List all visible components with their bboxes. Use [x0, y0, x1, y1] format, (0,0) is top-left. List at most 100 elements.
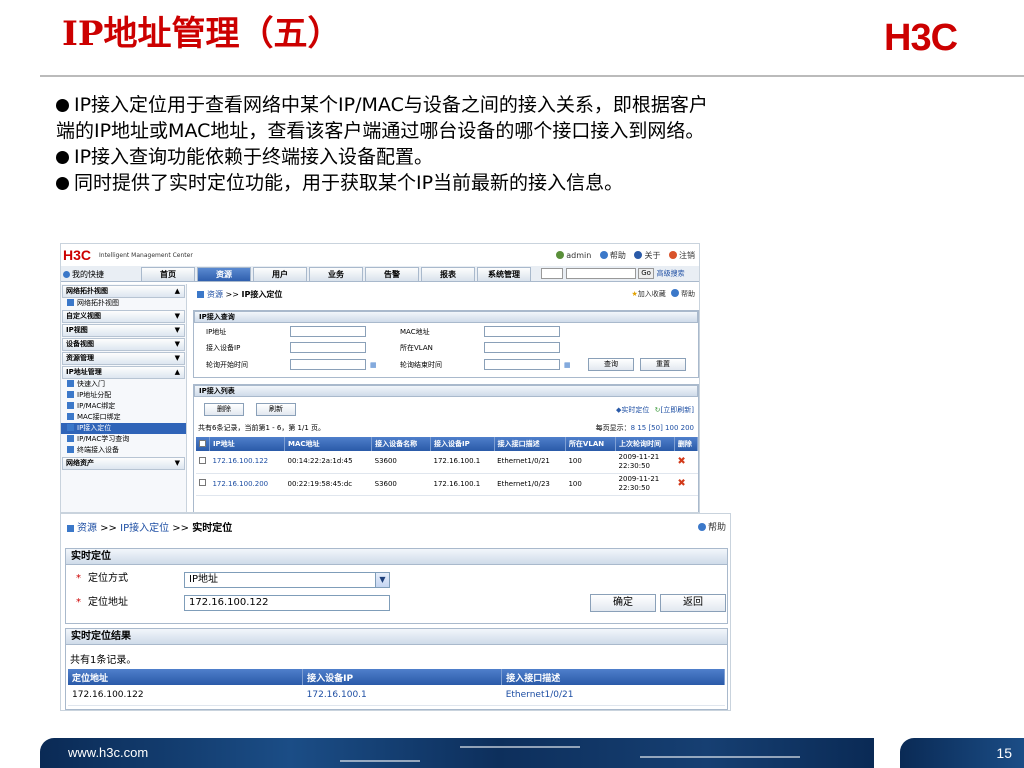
bullet-dot-icon	[56, 99, 69, 112]
locate-result-table: 定位地址 接入设备IP 接入接口描述 172.16.100.122 172.16.10…	[68, 669, 725, 706]
start-time-input[interactable]	[290, 359, 366, 370]
end-time-label: 轮询结束时间	[400, 361, 442, 369]
tab-alarm[interactable]: 告警	[365, 267, 419, 282]
sidebar-item-13[interactable]: 终端接入设备	[61, 445, 186, 456]
search-input[interactable]	[565, 268, 636, 279]
sidebar-item-12[interactable]: IP/MAC学习查询	[61, 434, 186, 445]
imc-subtitle: Intelligent Management Center	[99, 252, 193, 259]
vlan-input[interactable]	[484, 342, 560, 353]
column-header: 定位地址	[68, 669, 304, 685]
column-header	[196, 437, 210, 451]
sidebar-item-10[interactable]: MAC接口绑定	[61, 412, 186, 423]
favorites-link[interactable]: 我的快捷	[63, 269, 104, 280]
footer-url[interactable]: www.h3c.com	[68, 745, 148, 760]
tab-service[interactable]: 业务	[309, 267, 363, 282]
device-ip: 172.16.100.1	[430, 473, 495, 496]
sidebar-section-4[interactable]: 设备视图 ▼	[62, 338, 185, 351]
sidebar-item-11[interactable]: IP接入定位	[61, 423, 186, 434]
chevron-icon: ▲	[174, 287, 180, 295]
ip-address-link[interactable]: 172.16.100.122	[209, 451, 285, 474]
method-select[interactable]: IP地址 ▼	[184, 572, 390, 588]
bullet-2: IP接入查询功能依赖于终端接入设备配置。	[56, 144, 956, 170]
delete-icon[interactable]: ✖	[677, 478, 685, 489]
help-link[interactable]: 帮助	[681, 290, 695, 298]
device-ip-link[interactable]: 172.16.100.1	[302, 685, 502, 706]
mac-input[interactable]	[484, 326, 560, 337]
search-type-select[interactable]	[541, 268, 563, 279]
menu-item-icon	[67, 424, 74, 431]
refresh-button[interactable]: 刷新	[256, 403, 296, 416]
row-checkbox[interactable]	[199, 456, 206, 464]
ip-query-title: IP接入查询	[194, 311, 698, 323]
page-size-options[interactable]: 8 15 [50] 100 200	[631, 424, 694, 432]
vlan: 100	[565, 473, 616, 496]
tab-home[interactable]: 首页	[141, 267, 195, 282]
calendar-icon[interactable]: ▦	[370, 358, 377, 372]
table-row: 172.16.100.200 00:22:19:58:45:dc S3600 172.…	[196, 473, 698, 496]
column-header: 接入接口描述	[501, 669, 725, 685]
breadcrumb-root[interactable]: 资源	[207, 290, 223, 299]
chevron-icon: ▼	[174, 354, 180, 362]
imc-screenshot: H3C Intelligent Management Center admin …	[60, 243, 700, 513]
table-row: 172.16.100.122 172.16.100.1 Ethernet1/0/21	[68, 685, 725, 706]
ip-address-link[interactable]: 172.16.100.200	[209, 473, 285, 496]
delete-button[interactable]: 删除	[204, 403, 244, 416]
breadcrumb-root[interactable]: 资源	[77, 523, 97, 534]
tab-resource[interactable]: 资源	[197, 267, 251, 282]
realtime-locate-link[interactable]: 实时定位	[621, 406, 649, 414]
ip-input[interactable]	[290, 326, 366, 337]
imc-header: H3C Intelligent Management Center admin …	[61, 244, 699, 266]
sidebar-section-2[interactable]: 自定义视图 ▼	[62, 310, 185, 323]
address-input[interactable]: 172.16.100.122	[184, 595, 390, 611]
user-name[interactable]: admin	[566, 251, 591, 260]
sidebar-section-5[interactable]: 资源管理 ▼	[62, 352, 185, 365]
query-button[interactable]: 查询	[588, 358, 634, 371]
sidebar-section-14[interactable]: 网络资产 ▼	[62, 457, 185, 470]
search-go-button[interactable]: Go	[638, 268, 655, 279]
sidebar-item-8[interactable]: IP地址分配	[61, 390, 186, 401]
sidebar-section-0[interactable]: 网络拓扑视图 ▲	[62, 285, 185, 298]
menu-item-icon	[67, 380, 74, 387]
footer-bar: www.h3c.com	[40, 738, 874, 768]
tab-system[interactable]: 系统管理	[477, 267, 531, 282]
sidebar-section-3[interactable]: IP视图 ▼	[62, 324, 185, 337]
interface-link[interactable]: Ethernet1/0/21	[501, 685, 725, 706]
sidebar-item-7[interactable]: 快速入门	[61, 379, 186, 390]
confirm-button[interactable]: 确定	[590, 594, 656, 612]
interface: Ethernet1/0/21	[494, 451, 566, 474]
advanced-search-link[interactable]: 高级搜索	[657, 270, 685, 278]
row-checkbox[interactable]	[199, 479, 206, 486]
add-favorite-link[interactable]: 加入收藏	[638, 290, 666, 298]
delete-icon[interactable]: ✖	[677, 456, 685, 467]
method-label: 定位方式	[88, 573, 128, 584]
sidebar-item-1[interactable]: 网络拓扑视图	[61, 298, 186, 309]
page-size-selector: 每页显示：8 15 [50] 100 200	[595, 424, 694, 432]
favorites-icon	[63, 271, 70, 278]
record-summary: 共有6条记录，当前第1 - 6，第 1/1 页。	[198, 424, 326, 432]
refresh-now-link[interactable]: [立即刷新]	[661, 406, 694, 414]
device-ip-input[interactable]	[290, 342, 366, 353]
help-link[interactable]: 帮助	[610, 251, 626, 260]
bullet-list: IP接入定位用于查看网络中某个IP/MAC与设备之间的接入关系，即根据客户 端的…	[56, 92, 956, 196]
column-header[interactable]: IP地址	[209, 437, 286, 451]
about-link[interactable]: 关于	[644, 251, 660, 260]
sidebar-item-9[interactable]: IP/MAC绑定	[61, 401, 186, 412]
required-marker: *	[76, 573, 81, 584]
vlan: 100	[565, 451, 616, 474]
help-link[interactable]: 帮助	[697, 520, 726, 533]
breadcrumb-mid[interactable]: IP接入定位	[120, 523, 169, 534]
sidebar-section-6[interactable]: IP地址管理 ▲	[62, 366, 185, 379]
calendar-icon[interactable]: ▦	[564, 358, 571, 372]
bullet-1-cont: 端的IP地址或MAC地址，查看该客户端通过哪台设备的哪个接口接入到网络。	[56, 120, 705, 142]
logout-link[interactable]: 注销	[679, 251, 695, 260]
help-icon	[671, 289, 679, 297]
back-button[interactable]: 返回	[660, 594, 726, 612]
chevron-icon: ▼	[174, 459, 180, 467]
last-poll-time: 2009-11-21 22:30:50	[615, 473, 675, 496]
reset-button[interactable]: 重置	[640, 358, 686, 371]
menu-item-icon	[67, 446, 74, 453]
tab-user[interactable]: 用户	[253, 267, 307, 282]
end-time-input[interactable]	[484, 359, 560, 370]
tab-report[interactable]: 报表	[421, 267, 475, 282]
select-all-checkbox[interactable]	[199, 439, 206, 447]
